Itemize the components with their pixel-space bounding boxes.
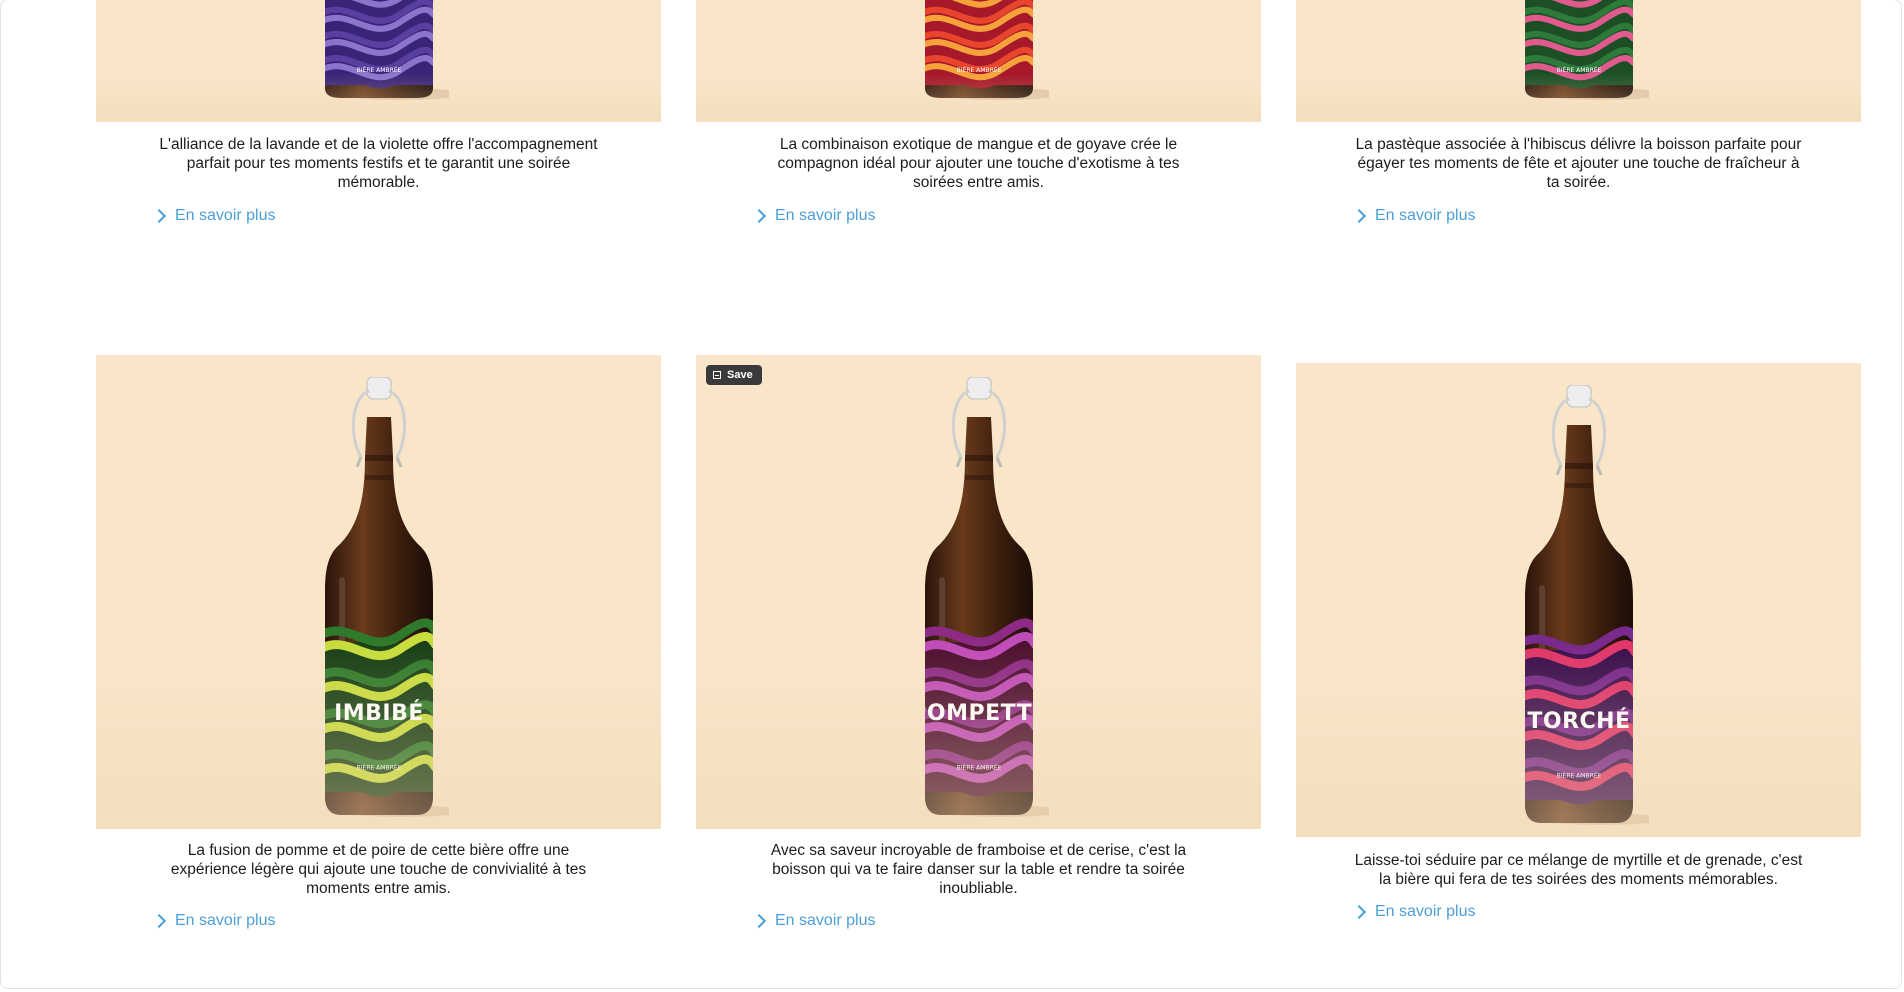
svg-text:BIÈRE AMBRÉE: BIÈRE AMBRÉE — [1556, 772, 1601, 780]
bottle-image: TORCHÉ BIÈRE AMBRÉE — [1524, 385, 1649, 825]
bottle-image: IMBIBÉ BIÈRE AMBRÉE — [324, 377, 449, 817]
product-description: Avec sa saveur incroyable de framboise e… — [770, 842, 1187, 897]
svg-text:BIÈRE AMBRÉE: BIÈRE AMBRÉE — [956, 66, 1001, 74]
bottle-image: POMPETTE BIÈRE AMBRÉE — [910, 377, 1049, 817]
learn-more-link[interactable]: En savoir plus — [751, 912, 876, 930]
chevron-right-icon — [1351, 208, 1367, 224]
svg-text:BIÈRE AMBRÉE: BIÈRE AMBRÉE — [356, 66, 401, 74]
learn-more-label: En savoir plus — [175, 912, 276, 929]
chevron-right-icon — [751, 913, 767, 929]
learn-more-label: En savoir plus — [775, 207, 876, 224]
product-card-pasteque: BIÈRE AMBRÉE La pastèque associée à l'hi… — [1296, 0, 1861, 240]
svg-text:BIÈRE AMBRÉE: BIÈRE AMBRÉE — [1556, 66, 1601, 74]
save-button-label: Save — [727, 369, 753, 381]
product-description: L'alliance de la lavande et de la violet… — [159, 136, 598, 191]
image-save-icon — [713, 371, 721, 379]
svg-text:BIÈRE AMBRÉE: BIÈRE AMBRÉE — [956, 764, 1001, 772]
product-image[interactable]: BIÈRE AMBRÉE — [1296, 0, 1861, 122]
chevron-right-icon — [1351, 904, 1367, 920]
learn-more-label: En savoir plus — [1375, 903, 1476, 920]
learn-more-link[interactable]: En savoir plus — [1351, 903, 1476, 921]
save-image-button[interactable]: Save — [706, 365, 762, 385]
chevron-right-icon — [751, 208, 767, 224]
product-description: La pastèque associée à l'hibiscus délivr… — [1355, 136, 1802, 191]
page-frame: BIÈRE AMBRÉE L'alliance de la lavande et… — [0, 0, 1902, 989]
bottle-image: BIÈRE AMBRÉE — [924, 0, 1049, 100]
learn-more-label: En savoir plus — [1375, 207, 1476, 224]
product-card-pompette: Save POMPETTE BIÈRE AMBRÉE Avec sa saveur… — [696, 355, 1261, 955]
product-card-imbibe: IMBIBÉ BIÈRE AMBRÉE La fusion de pomme et… — [96, 355, 661, 955]
learn-more-link[interactable]: En savoir plus — [151, 912, 276, 930]
svg-text:BIÈRE AMBRÉE: BIÈRE AMBRÉE — [356, 764, 401, 772]
learn-more-label: En savoir plus — [175, 207, 276, 224]
product-image[interactable]: BIÈRE AMBRÉE — [696, 0, 1261, 122]
chevron-right-icon — [151, 913, 167, 929]
learn-more-link[interactable]: En savoir plus — [151, 207, 276, 225]
product-card-mangue: BIÈRE AMBRÉE La combinaison exotique de … — [696, 0, 1261, 240]
bottle-image: BIÈRE AMBRÉE — [324, 0, 449, 100]
product-image[interactable]: TORCHÉ BIÈRE AMBRÉE — [1296, 363, 1861, 837]
learn-more-label: En savoir plus — [775, 912, 876, 929]
product-image[interactable]: Save POMPETTE BIÈRE AMBRÉE — [696, 355, 1261, 829]
product-description: La fusion de pomme et de poire de cette … — [170, 842, 587, 897]
product-card-torche: TORCHÉ BIÈRE AMBRÉE Laisse-toi séduire pa… — [1296, 363, 1861, 963]
bottle-image: BIÈRE AMBRÉE — [1524, 0, 1649, 100]
product-image[interactable]: IMBIBÉ BIÈRE AMBRÉE — [96, 355, 661, 829]
product-card-lavande: BIÈRE AMBRÉE L'alliance de la lavande et… — [96, 0, 661, 240]
svg-text:TORCHÉ: TORCHÉ — [1527, 708, 1630, 734]
chevron-right-icon — [151, 208, 167, 224]
learn-more-link[interactable]: En savoir plus — [751, 207, 876, 225]
svg-text:IMBIBÉ: IMBIBÉ — [334, 700, 424, 726]
product-image[interactable]: BIÈRE AMBRÉE — [96, 0, 661, 122]
learn-more-link[interactable]: En savoir plus — [1351, 207, 1476, 225]
product-description: Laisse-toi séduire par ce mélange de myr… — [1354, 852, 1803, 888]
svg-text:POMPETTE: POMPETTE — [910, 701, 1047, 726]
product-description: La combinaison exotique de mangue et de … — [777, 136, 1180, 191]
